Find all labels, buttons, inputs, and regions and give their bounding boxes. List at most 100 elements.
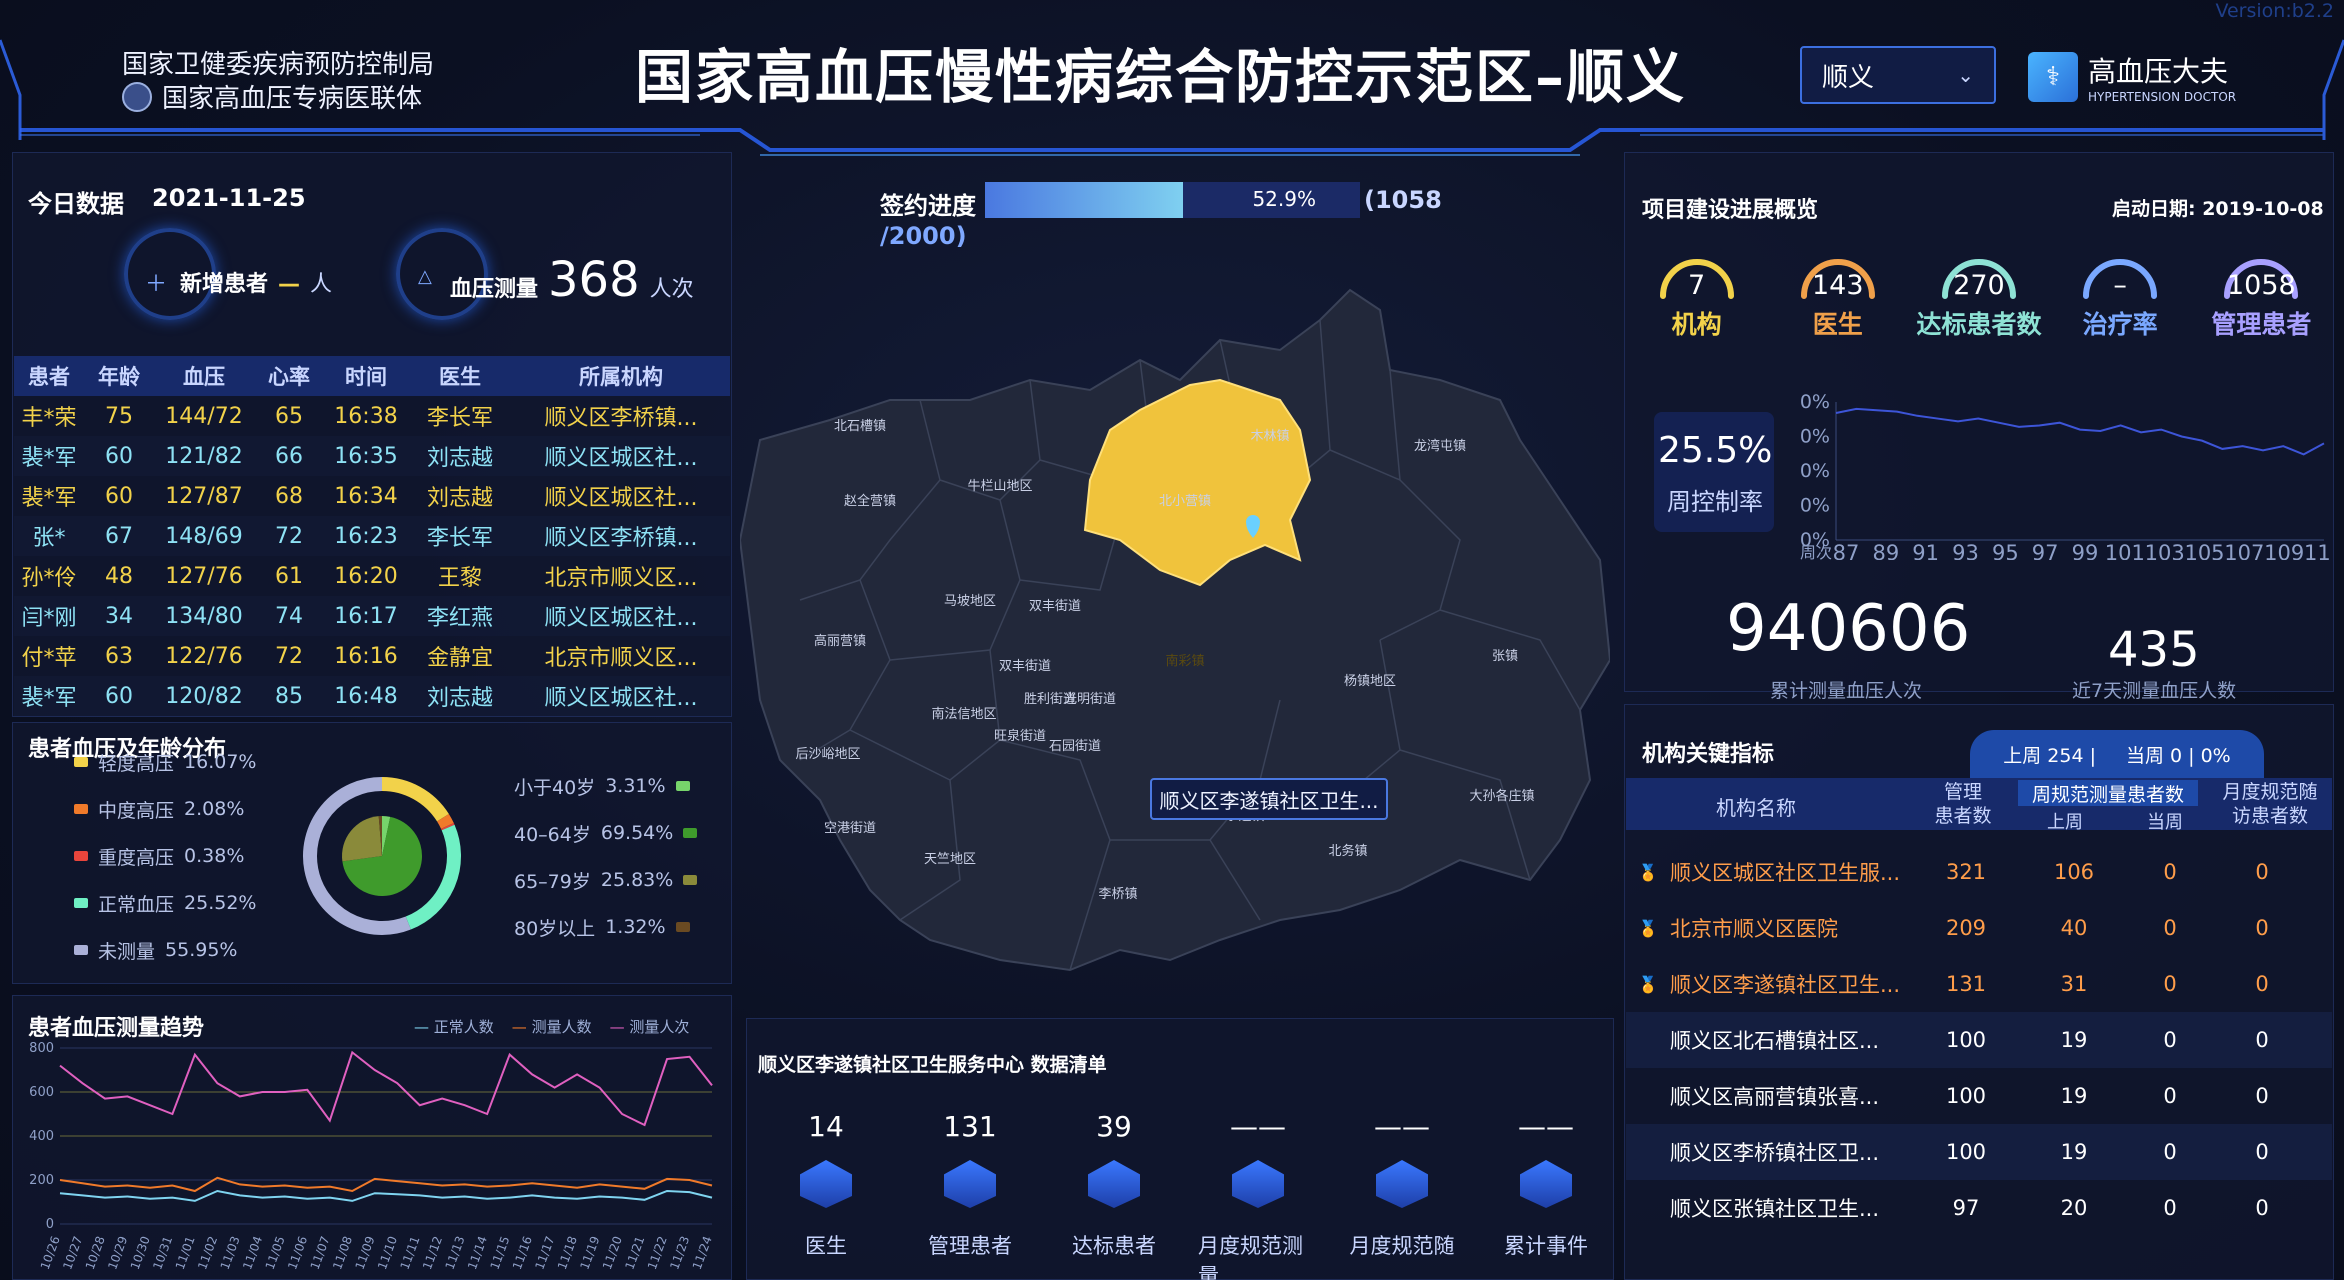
data-list-item[interactable]: 39 达标患者 bbox=[1054, 1110, 1174, 1280]
table-row[interactable]: 闫*刚 34 134/80 74 16:17 李红燕 顺义区城区社... bbox=[14, 596, 730, 636]
trend-legend-times: — 测量人次 bbox=[609, 1018, 690, 1036]
table-row[interactable]: 裴*军 60 127/87 68 16:34 刘志越 顺义区城区社... bbox=[14, 476, 730, 516]
kpi-row[interactable]: 顺义区李桥镇社区卫... 100 19 0 0 bbox=[1626, 1124, 2332, 1180]
table-cell: 16:34 bbox=[334, 483, 398, 509]
table-cell: 72 bbox=[275, 523, 303, 549]
table-row[interactable]: 裴*军 60 121/82 66 16:35 刘志越 顺义区城区社... bbox=[14, 436, 730, 476]
bp-legend-value: 55.95% bbox=[165, 939, 238, 961]
table-cell: 裴*军 bbox=[21, 446, 77, 471]
x-tick-label: 11/02 bbox=[195, 1234, 220, 1271]
table-row[interactable]: 张* 67 148/69 72 16:23 李长军 顺义区李桥镇... bbox=[14, 516, 730, 556]
x-tick-label: 111 bbox=[2304, 541, 2330, 560]
x-tick-label: 11/23 bbox=[667, 1234, 692, 1271]
bp-legend-label: 中度高压 bbox=[98, 799, 175, 822]
legend-swatch bbox=[683, 828, 698, 838]
table-cell: 122/76 bbox=[165, 643, 243, 669]
table-cell: 顺义区城区社... bbox=[544, 606, 698, 631]
table-cell: 60 bbox=[105, 683, 133, 709]
data-list-item[interactable]: —— 月度规范测量 bbox=[1198, 1110, 1318, 1280]
data-list-item[interactable]: 131 管理患者 bbox=[910, 1110, 1030, 1280]
age-legend-label: 小于40岁 bbox=[514, 776, 596, 799]
data-list-item[interactable]: —— 累计事件 bbox=[1486, 1110, 1606, 1280]
kpi-row[interactable]: 🏅 北京市顺义区医院 209 40 0 0 bbox=[1626, 900, 2332, 956]
kpi-tab-this-week[interactable]: 当周 0 | 0% bbox=[2126, 741, 2231, 768]
table-row[interactable]: 孙*伶 48 127/76 61 16:20 王黎 北京市顺义区... bbox=[14, 556, 730, 596]
x-tick-label: 11/01 bbox=[173, 1234, 198, 1271]
kpi-cur: 0 bbox=[2163, 1028, 2177, 1052]
new-patients-unit: 人 bbox=[310, 272, 333, 297]
kpi-row[interactable]: 顺义区张镇社区卫生... 97 20 0 0 bbox=[1626, 1180, 2332, 1236]
table-row[interactable]: 丰*荣 75 144/72 65 16:38 李长军 顺义区李桥镇... bbox=[14, 396, 730, 436]
shunyi-map[interactable]: 北石槽镇木林镇龙湾屯镇赵全营镇牛栏山地区北小营镇马坡地区 双丰街道高丽营镇南彩镇杨… bbox=[740, 280, 1610, 980]
project-gauge: 270 达标患者数 bbox=[1914, 256, 2044, 341]
table-row[interactable]: 付*苹 63 122/76 72 16:16 金静宜 北京市顺义区... bbox=[14, 636, 730, 676]
kpi-month: 0 bbox=[2255, 1140, 2269, 1164]
table-row[interactable]: 裴*军 60 120/82 85 16:48 刘志越 顺义区城区社... bbox=[14, 676, 730, 716]
col-age: 年龄 bbox=[98, 365, 140, 389]
kpi-last: 31 bbox=[2060, 972, 2088, 996]
gauge-label: 治疗率 bbox=[2082, 310, 2158, 339]
record-icon bbox=[944, 1160, 996, 1208]
data-list-label: 管理患者 bbox=[928, 1234, 1012, 1258]
data-list-item[interactable]: 14 医生 bbox=[766, 1110, 886, 1280]
col-time: 时间 bbox=[345, 365, 387, 389]
bp-legend-value: 25.52% bbox=[184, 892, 257, 914]
map-tooltip: 顺义区李遂镇社区卫生... bbox=[1150, 778, 1388, 820]
region-select[interactable]: 顺义 ⌄ bbox=[1800, 46, 1996, 104]
week-measure-label: 近7天测量血压人数 bbox=[2072, 680, 2237, 702]
x-tick-label: 91 bbox=[1912, 541, 1939, 560]
map-district-label: 杨镇地区 bbox=[1344, 674, 1396, 689]
x-tick-label: 10/26 bbox=[38, 1234, 63, 1271]
kpi-manage: 100 bbox=[1945, 1028, 1987, 1052]
sign-progress-label: 签约进度 bbox=[880, 192, 976, 220]
x-tick-label: 10/30 bbox=[128, 1234, 153, 1271]
sign-progress-fill bbox=[985, 182, 1184, 218]
kpi-manage: 131 bbox=[1945, 972, 1987, 996]
age-legend-item: 小于40岁 3.31% bbox=[514, 770, 697, 802]
bp-legend-value: 2.08% bbox=[184, 798, 245, 820]
x-tick-label: 99 bbox=[2072, 541, 2099, 560]
trend-legend-measured: — 测量人数 bbox=[511, 1018, 592, 1036]
gauge-label: 达标患者数 bbox=[1916, 310, 2042, 339]
table-cell: 北京市顺义区... bbox=[544, 566, 698, 591]
kpi-last: 19 bbox=[2060, 1028, 2088, 1052]
x-tick-label: 87 bbox=[1833, 541, 1860, 560]
kpi-row[interactable]: 🏅 顺义区城区社区卫生服... 321 106 0 0 bbox=[1626, 844, 2332, 900]
kpi-row[interactable]: 顺义区北石槽镇社区... 100 19 0 0 bbox=[1626, 1012, 2332, 1068]
project-title: 项目建设进展概览 bbox=[1642, 198, 1819, 223]
kpi-month: 0 bbox=[2255, 1196, 2269, 1220]
table-cell: 金静宜 bbox=[426, 646, 493, 671]
bp-legend-label: 重度高压 bbox=[98, 846, 175, 869]
gauge-label: 机构 bbox=[1671, 310, 1722, 339]
x-tick-label: 93 bbox=[1952, 541, 1979, 560]
kpi-tab-last-week[interactable]: 上周 254 | bbox=[2003, 741, 2096, 768]
triangle-icon: △ bbox=[418, 266, 432, 287]
x-tick-label: 103 bbox=[2145, 541, 2185, 560]
kpi-manage: 100 bbox=[1945, 1140, 1987, 1164]
gauge-value: 1058 bbox=[2226, 270, 2296, 301]
table-cell: 顺义区李桥镇... bbox=[544, 406, 698, 431]
y-tick-label: 800 bbox=[29, 1041, 54, 1056]
patients-table-body: 丰*荣 75 144/72 65 16:38 李长军 顺义区李桥镇... 裴*军 60 121/8… bbox=[14, 396, 730, 716]
bp-legend-label: 正常血压 bbox=[98, 893, 175, 916]
legend-swatch bbox=[74, 804, 88, 814]
trend-chart: 0 200 400 600 800 10/2610/2710/2810/2910/3010… bbox=[29, 1041, 715, 1272]
col-doctor: 医生 bbox=[439, 365, 481, 389]
age-legend-label: 65–79岁 bbox=[514, 870, 591, 893]
map-district-label: 大孙各庄镇 bbox=[1469, 788, 1534, 804]
kpi-manage: 97 bbox=[1952, 1196, 1980, 1220]
new-patients-value: — bbox=[278, 272, 301, 297]
data-list-label: 医生 bbox=[805, 1234, 847, 1258]
legend-swatch bbox=[675, 781, 690, 791]
kpi-row[interactable]: 🏅 顺义区李遂镇社区卫生... 131 31 0 0 bbox=[1626, 956, 2332, 1012]
project-gauge: – 治疗率 bbox=[2055, 256, 2185, 341]
kpi-row[interactable]: 顺义区高丽营镇张喜... 100 19 0 0 bbox=[1626, 1068, 2332, 1124]
data-list-item[interactable]: —— 月度规范随 bbox=[1342, 1110, 1462, 1280]
chevron-down-icon: ⌄ bbox=[1957, 63, 1974, 87]
x-tick-label: 11/09 bbox=[353, 1234, 378, 1271]
federation-logo-icon bbox=[122, 81, 152, 112]
table-cell: 127/87 bbox=[165, 483, 243, 509]
age-legend-label: 80岁以上 bbox=[514, 917, 596, 940]
table-cell: 16:20 bbox=[334, 563, 398, 589]
map-district-label: 高丽营镇 bbox=[814, 633, 866, 649]
